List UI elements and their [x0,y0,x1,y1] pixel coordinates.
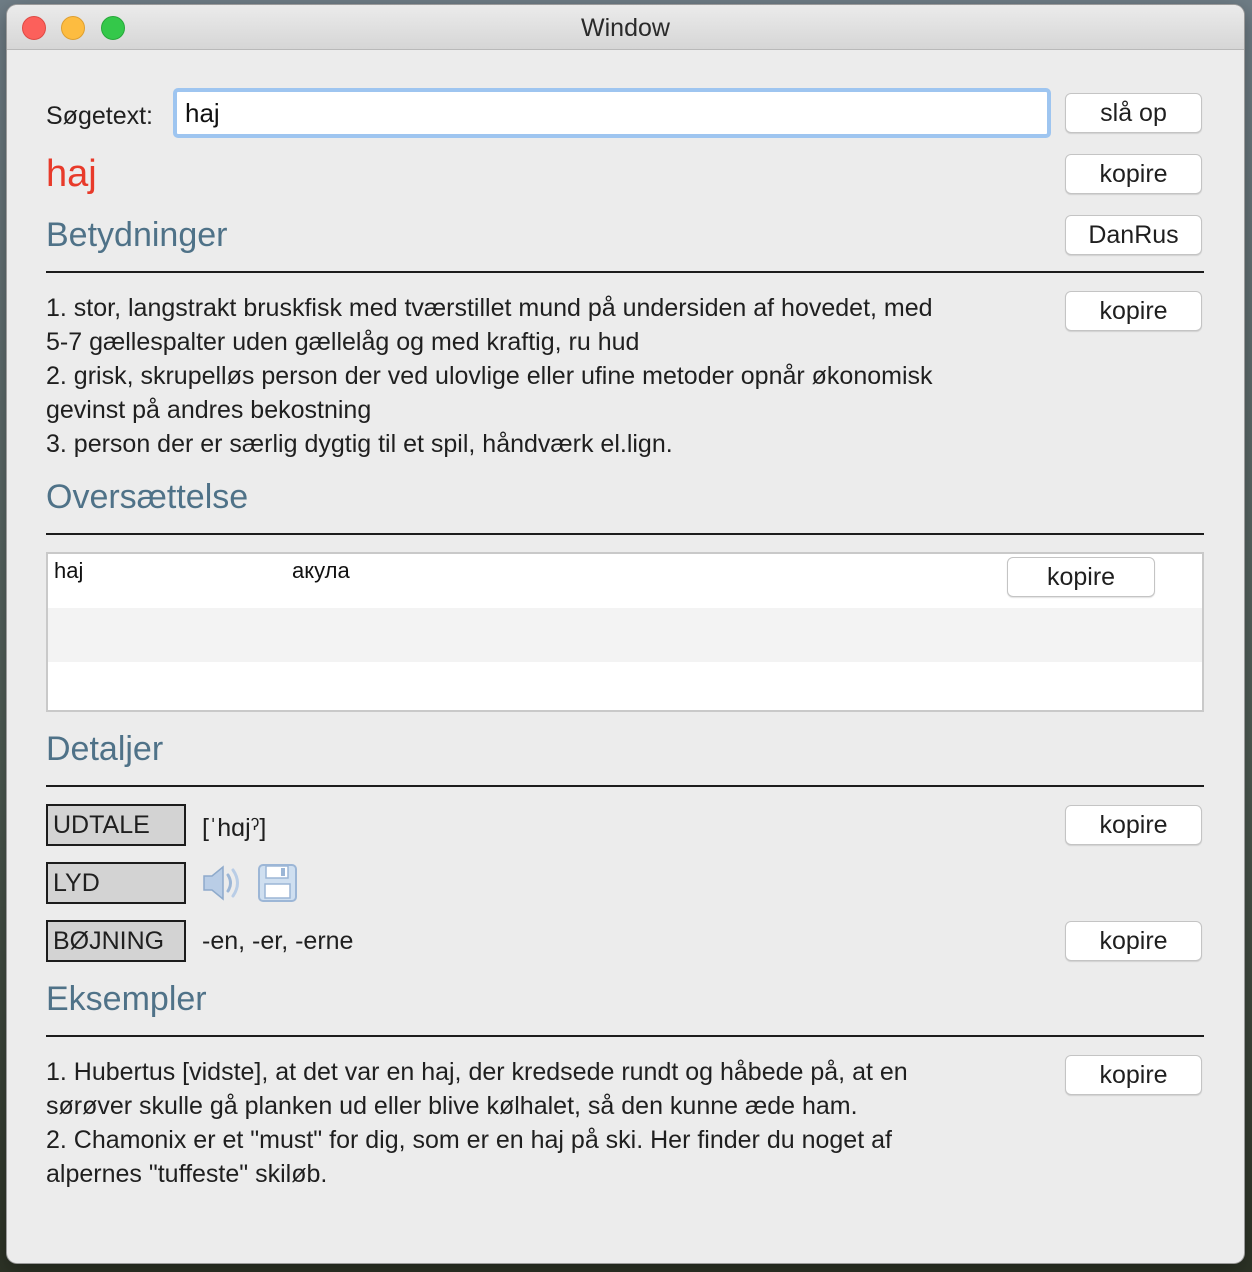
meanings-text: 1. stor, langstrakt bruskfisk med tværst… [46,291,1046,461]
example-line: 2. Chamonix er et "must" for dig, som er… [46,1126,892,1154]
copy-headword-button[interactable]: kopire [1065,154,1202,194]
search-input[interactable] [173,88,1051,138]
divider [46,533,1204,535]
title-bar: Window [7,5,1244,50]
section-title-eksempler: Eksempler [46,980,207,1018]
divider [46,271,1204,273]
search-label: Søgetext: [46,102,153,130]
meaning-line: 5-7 gællespalter uden gællelåg og med kr… [46,328,640,356]
save-icon[interactable] [257,862,299,904]
inflection-value: -en, -er, -erne [202,927,354,955]
meaning-line: 3. person der er særlig dygtig til et sp… [46,430,673,458]
lookup-button[interactable]: slå op [1065,93,1202,133]
table-row-empty [48,662,1202,716]
copy-translation-button[interactable]: kopire [1007,557,1155,597]
danrus-button[interactable]: DanRus [1065,215,1202,255]
divider [46,785,1204,787]
example-line: sørøver skulle gå planken ud eller blive… [46,1092,858,1120]
copy-inflection-button[interactable]: kopire [1065,921,1202,961]
meaning-line: 1. stor, langstrakt bruskfisk med tværst… [46,294,933,322]
divider [46,1035,1204,1037]
meaning-line: 2. grisk, skrupelløs person der ved ulov… [46,362,933,390]
copy-pronunciation-button[interactable]: kopire [1065,805,1202,845]
bojning-tag: BØJNING [46,920,186,962]
example-line: alpernes "tuffeste" skiløb. [46,1160,328,1188]
pronunciation-value: [ˈhɑjˀ] [202,814,267,842]
section-title-detaljer: Detaljer [46,730,164,768]
copy-examples-button[interactable]: kopire [1065,1055,1202,1095]
copy-meanings-button[interactable]: kopire [1065,291,1202,331]
table-row[interactable]: haj акула kopire [48,554,1202,608]
examples-text: 1. Hubertus [vidste], at det var en haj,… [46,1055,1046,1191]
lyd-tag: LYD [46,862,186,904]
speaker-icon[interactable] [201,862,245,904]
translation-source: haj [54,558,84,583]
table-row-empty [48,608,1202,662]
headword: haj [46,153,97,195]
app-window: Window Søgetext: slå op haj kopire Betyd… [7,5,1244,1263]
translation-table: haj акула kopire [46,552,1204,712]
main-content: Søgetext: slå op haj kopire Betydninger … [7,50,1244,1263]
meaning-line: gevinst på andres bekostning [46,396,372,424]
section-title-oversaettelse: Oversættelse [46,478,249,516]
translation-target: акула [292,558,350,583]
udtale-tag: UDTALE [46,804,186,846]
section-title-betydninger: Betydninger [46,216,228,254]
window-title: Window [581,14,670,42]
example-line: 1. Hubertus [vidste], at det var en haj,… [46,1058,908,1086]
